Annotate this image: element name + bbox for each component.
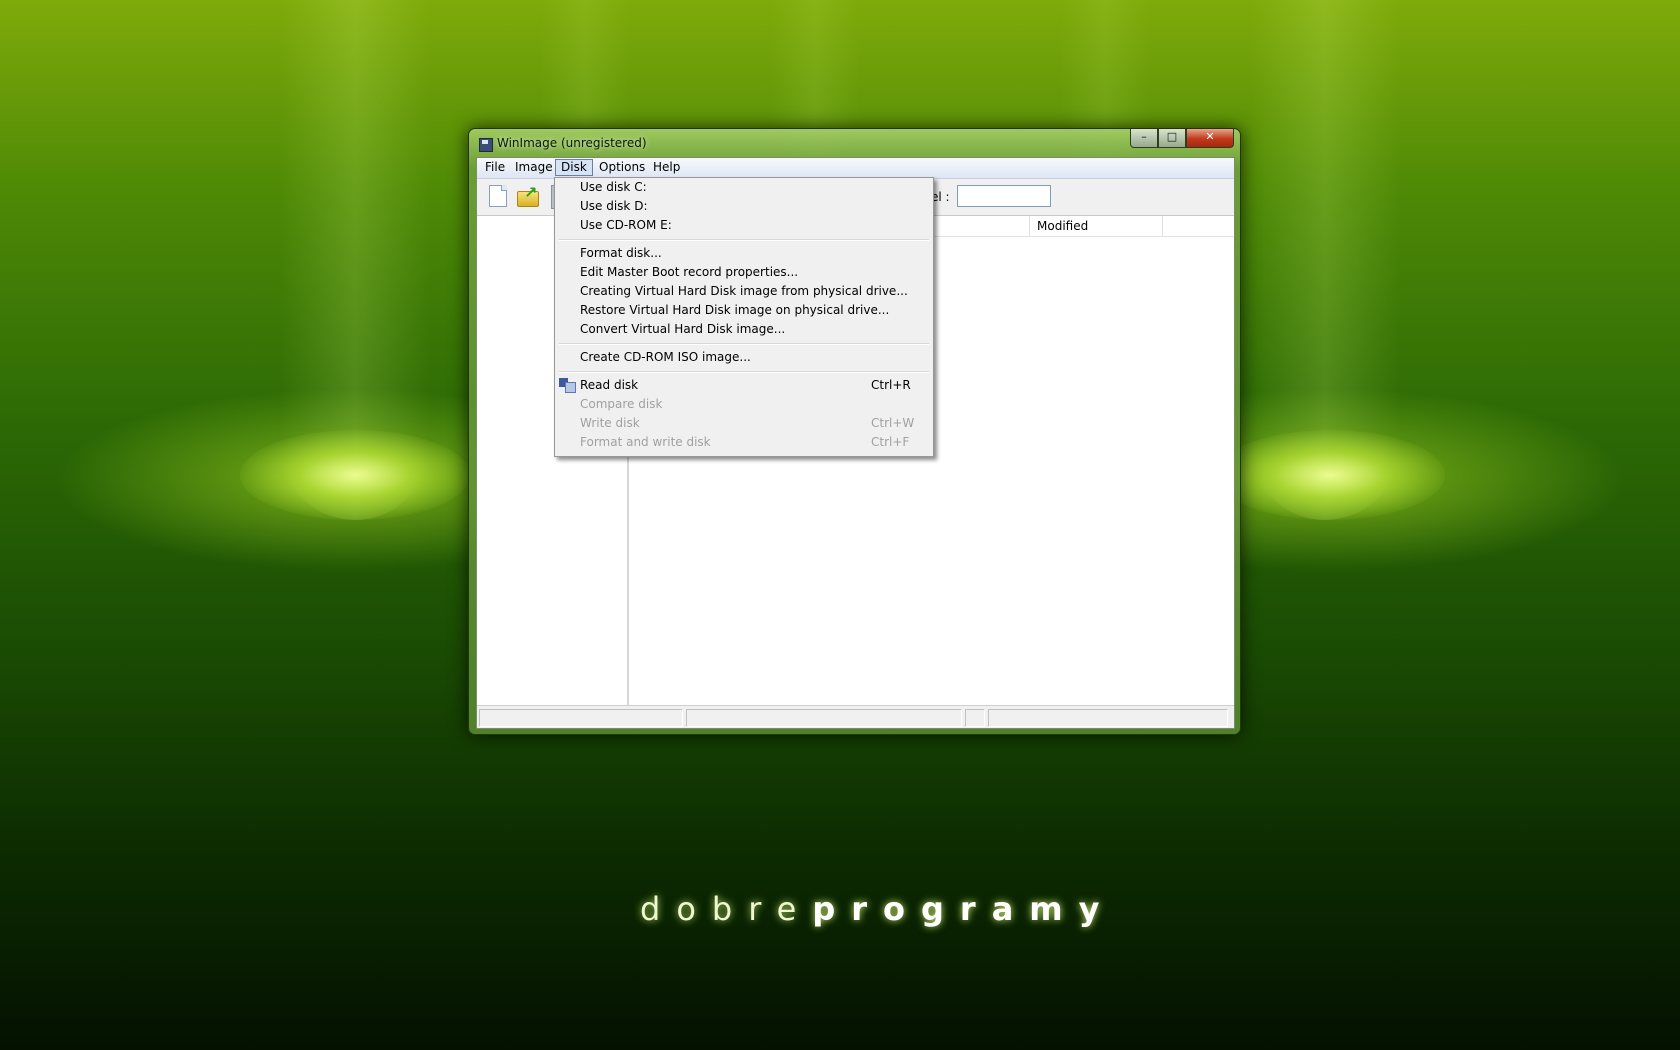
wallpaper-logo: dobreprogramy xyxy=(640,890,1099,928)
menu-image[interactable]: Image xyxy=(510,160,558,175)
menu-item-use-disk-d[interactable]: Use disk D: xyxy=(580,197,647,216)
maximize-button[interactable]: □ xyxy=(1158,129,1186,148)
status-panel xyxy=(965,709,985,727)
menu-disk[interactable]: Disk xyxy=(555,159,593,176)
menu-item-use-disk-c[interactable]: Use disk C: xyxy=(580,178,647,197)
menu-help[interactable]: Help xyxy=(648,160,685,175)
close-button[interactable]: ✕ xyxy=(1186,129,1234,148)
column-separator[interactable] xyxy=(1029,216,1030,236)
shortcut-format-and-write-disk: Ctrl+F xyxy=(871,435,910,449)
menu-item-create-vhd[interactable]: Creating Virtual Hard Disk image from ph… xyxy=(580,282,908,301)
logo-light-text: dobre xyxy=(640,890,813,928)
menu-item-convert-vhd[interactable]: Convert Virtual Hard Disk image... xyxy=(580,320,785,339)
status-bar xyxy=(477,705,1234,728)
menu-bar: File Image Disk Options Help xyxy=(477,158,1234,179)
read-disk-icon xyxy=(559,378,576,393)
minimize-button[interactable]: – xyxy=(1130,129,1158,148)
window-title: WinImage (unregistered) xyxy=(497,136,647,150)
menu-options[interactable]: Options xyxy=(594,160,650,175)
menu-separator xyxy=(559,343,929,345)
menu-item-create-iso[interactable]: Create CD-ROM ISO image... xyxy=(580,348,751,367)
column-modified[interactable]: Modified xyxy=(1037,219,1088,233)
floppy-disk-icon xyxy=(479,138,493,152)
menu-item-format-and-write-disk: Format and write disk xyxy=(580,435,711,449)
status-panel xyxy=(988,709,1228,727)
open-folder-icon[interactable]: ↗ xyxy=(517,183,539,207)
logo-bold-text: programy xyxy=(812,890,1116,928)
menu-item-format-disk[interactable]: Format disk... xyxy=(580,244,662,263)
menu-item-write-disk: Write disk xyxy=(580,416,640,430)
volume-label-field[interactable] xyxy=(957,185,1051,207)
menu-item-restore-vhd[interactable]: Restore Virtual Hard Disk image on physi… xyxy=(580,301,889,320)
menu-separator xyxy=(559,371,929,373)
menu-item-read-disk[interactable]: Read disk xyxy=(580,376,638,395)
new-file-icon[interactable] xyxy=(489,185,507,207)
status-panel xyxy=(479,709,683,727)
status-panel xyxy=(686,709,962,727)
disk-menu-dropdown: Use disk C: Use disk D: Use CD-ROM E: Fo… xyxy=(554,177,934,457)
wallpaper-glow-disc xyxy=(240,430,470,520)
menu-separator xyxy=(559,239,929,241)
menu-file[interactable]: File xyxy=(480,160,510,175)
caption-buttons: – □ ✕ xyxy=(1130,129,1234,148)
menu-item-use-cdrom-e[interactable]: Use CD-ROM E: xyxy=(580,216,672,235)
title-bar[interactable]: WinImage (unregistered) – □ ✕ xyxy=(477,129,1234,155)
menu-item-edit-mbr[interactable]: Edit Master Boot record properties... xyxy=(580,263,798,282)
wallpaper-glow-disc xyxy=(1215,430,1445,520)
shortcut-write-disk: Ctrl+W xyxy=(871,416,915,430)
shortcut-read-disk: Ctrl+R xyxy=(871,378,911,392)
menu-item-compare-disk: Compare disk xyxy=(580,397,663,411)
column-separator[interactable] xyxy=(1162,216,1163,236)
